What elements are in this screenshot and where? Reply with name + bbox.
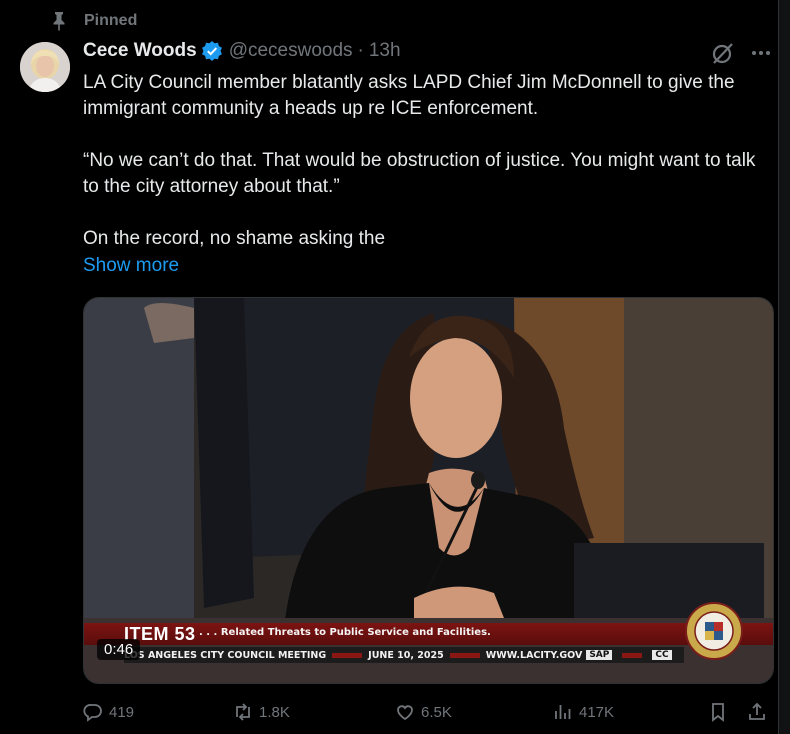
- scrollbar[interactable]: [778, 0, 790, 734]
- item-bar: ITEM 53 . . . Related Threats to Public …: [84, 623, 773, 645]
- avatar[interactable]: [20, 42, 70, 92]
- reply-count: 419: [109, 703, 135, 721]
- author-handle[interactable]: @ceceswoods: [229, 40, 353, 62]
- author-name[interactable]: Cece Woods: [83, 40, 197, 62]
- repost-icon: [236, 703, 250, 721]
- pinned-indicator: Pinned: [50, 11, 137, 31]
- video-duration: 0:46: [97, 639, 141, 660]
- show-more-link[interactable]: Show more: [83, 255, 179, 277]
- divider: [622, 652, 643, 658]
- sap-chip: SAP: [586, 650, 613, 660]
- repost-count: 1.8K: [259, 703, 290, 721]
- pin-icon: [50, 11, 68, 31]
- like-button[interactable]: 6.5K: [395, 702, 452, 722]
- bookmark-button[interactable]: [708, 702, 728, 722]
- meeting-site: WWW.LACITY.GOV: [485, 649, 583, 661]
- share-button[interactable]: [747, 702, 767, 722]
- reply-icon: [83, 704, 102, 722]
- separator-dot: ·: [357, 40, 364, 61]
- meeting-name: LOS ANGELES CITY COUNCIL MEETING: [124, 649, 327, 661]
- meeting-info-bar: LOS ANGELES CITY COUNCIL MEETING JUNE 10…: [124, 647, 684, 663]
- share-icon: [749, 702, 765, 720]
- tweet-paragraph: LA City Council member blatantly asks LA…: [83, 72, 735, 119]
- timestamp[interactable]: 13h: [369, 40, 401, 62]
- views-icon: [555, 705, 571, 719]
- views-count: 417K: [579, 703, 615, 721]
- pinned-label: Pinned: [84, 12, 138, 29]
- tweet-paragraph: “No we can’t do that. That would be obst…: [83, 150, 756, 197]
- lower-third-banner: ITEM 53 . . . Related Threats to Public …: [84, 623, 773, 663]
- tweet-paragraph: On the record, no shame asking the: [83, 228, 386, 249]
- bookmark-icon: [712, 703, 724, 722]
- more-icon[interactable]: [748, 40, 774, 66]
- views-button[interactable]: 417K: [553, 702, 614, 722]
- action-bar: 419 1.8K 6.5K 417K: [83, 702, 783, 728]
- verified-badge-icon[interactable]: [201, 40, 223, 62]
- like-icon: [397, 705, 413, 721]
- like-count: 6.5K: [421, 703, 452, 721]
- reply-button[interactable]: 419: [83, 702, 134, 722]
- city-seal-logo: [685, 602, 743, 660]
- item-description: . . . Related Threats to Public Service …: [199, 627, 491, 638]
- grok-icon[interactable]: [710, 40, 736, 66]
- cc-chip: CC: [652, 650, 672, 660]
- divider: [332, 652, 363, 658]
- divider: [449, 652, 480, 658]
- tweet-header: Cece Woods @ceceswoods · 13h: [83, 40, 401, 62]
- meeting-date: JUNE 10, 2025: [368, 649, 444, 661]
- tweet-text: LA City Council member blatantly asks LA…: [83, 70, 773, 252]
- repost-button[interactable]: 1.8K: [233, 702, 290, 722]
- video-player[interactable]: ITEM 53 . . . Related Threats to Public …: [83, 297, 774, 684]
